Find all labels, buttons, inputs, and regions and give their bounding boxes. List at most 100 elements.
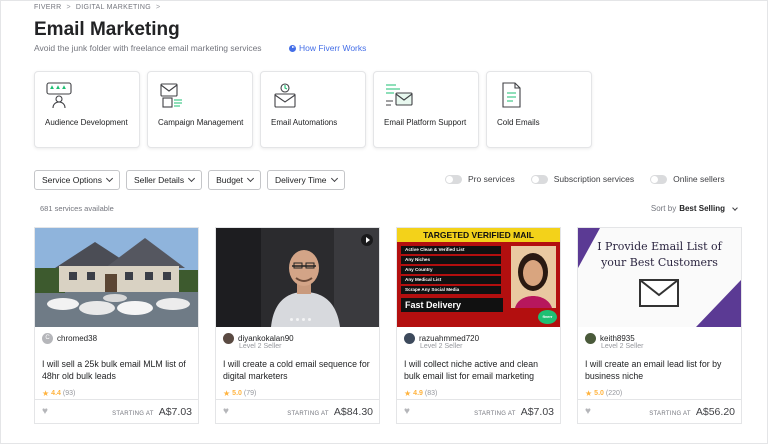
sort-dropdown[interactable]: Sort by Best Selling (650, 204, 738, 213)
seller-level: Level 2 Seller (601, 343, 644, 350)
gig-card[interactable]: I Provide Email List of your Best Custom… (577, 227, 742, 424)
toggle-switch[interactable] (530, 174, 548, 184)
starting-at-label: STARTING AT (287, 411, 329, 417)
star-icon: ★ (42, 389, 50, 398)
chevron-down-icon (330, 174, 338, 183)
star-icon: ★ (404, 389, 412, 398)
gig-thumbnail[interactable]: I Provide Email List of your Best Custom… (578, 228, 741, 327)
heart-icon[interactable]: ♥ (42, 406, 48, 417)
category-audience-development[interactable]: Audience Development (34, 71, 140, 148)
how-fiverr-works-link[interactable]: How Fiverr Works (289, 43, 366, 53)
seller-level: Level 2 Seller (239, 343, 282, 350)
category-campaign-management[interactable]: Campaign Management (147, 71, 253, 148)
seller-name[interactable]: razuahmmed720 (419, 334, 479, 343)
gig-title[interactable]: I will sell a 25k bulk email MLM list of… (42, 358, 194, 382)
cold-email-icon (502, 82, 521, 108)
breadcrumb-fiverr[interactable]: FIVERR (34, 4, 61, 11)
gig-thumbnail[interactable] (35, 228, 198, 327)
heart-icon[interactable]: ♥ (585, 406, 591, 417)
heart-icon[interactable]: ♥ (404, 406, 410, 417)
category-label: Audience Development (45, 118, 128, 127)
toggle-subscription-services[interactable]: Subscription services (530, 174, 635, 184)
play-video-icon[interactable] (361, 234, 373, 246)
toggle-label: Subscription services (553, 174, 635, 184)
rating-value: 4.9 (413, 390, 423, 397)
seller-name[interactable]: chromed38 (57, 334, 97, 343)
star-icon: ★ (223, 389, 231, 398)
filter-service-options[interactable]: Service Options (34, 170, 120, 190)
gig-card[interactable]: diyankokalan90 Level 2 Seller I will cre… (215, 227, 380, 424)
sort-label: Sort by (650, 204, 677, 213)
gig-thumbnail[interactable]: TARGETED VERIFIED MAIL Active Clean & Ve… (397, 228, 560, 327)
seller-info[interactable]: C chromed38 (42, 333, 97, 344)
gig-footer: ♥ STARTING AT A$7.03 (397, 399, 560, 423)
mansion-cars-image (35, 228, 198, 327)
star-icon: ★ (585, 389, 593, 398)
toggle-online-sellers[interactable]: Online sellers (650, 174, 725, 184)
price-amount: A$56.20 (695, 406, 735, 418)
category-label: Campaign Management (158, 118, 244, 127)
gig-price[interactable]: STARTING AT A$7.03 (112, 406, 192, 418)
review-count: (79) (243, 390, 257, 397)
page-subtitle: Avoid the junk folder with freelance ema… (34, 43, 262, 53)
breadcrumb-separator: > (66, 4, 71, 11)
avatar (404, 333, 415, 344)
gig-title[interactable]: I will create a cold email sequence for … (223, 358, 375, 382)
rating-value: 5.0 (594, 390, 604, 397)
banner-item: Scrape Any Social Media (401, 286, 501, 294)
breadcrumb-digital-marketing[interactable]: DIGITAL MARKETING (76, 4, 151, 11)
chevron-down-icon (732, 204, 738, 211)
toggle-label: Pro services (468, 174, 515, 184)
campaign-icon (160, 83, 182, 108)
rating-value: 4.4 (51, 390, 61, 397)
toggle-pro-services[interactable]: Pro services (445, 174, 515, 184)
filter-bar: Service Options Seller Details Budget De… (34, 170, 345, 190)
price-amount: A$7.03 (520, 406, 554, 418)
category-label: Cold Emails (497, 118, 540, 127)
banner-item: Any Country (401, 266, 501, 274)
seller-level: Level 2 Seller (420, 343, 463, 350)
heart-icon[interactable]: ♥ (223, 406, 229, 417)
presenter-video-image (216, 228, 379, 327)
chevron-down-icon (246, 174, 255, 183)
gig-price[interactable]: STARTING AT A$84.30 (287, 406, 373, 418)
filter-label: Service Options (42, 175, 102, 185)
audience-icon (46, 82, 72, 109)
seller-name[interactable]: keith8935 (600, 334, 635, 343)
starting-at-label: STARTING AT (649, 411, 691, 417)
review-count: (93) (62, 390, 76, 397)
gig-title[interactable]: I will create an email lead list for by … (585, 358, 737, 382)
toggle-switch[interactable] (445, 174, 462, 184)
gig-rating: ★ 5.0 (220) (585, 389, 622, 398)
avatar: C (42, 333, 53, 344)
category-email-automations[interactable]: Email Automations (260, 71, 366, 148)
category-tiles: Audience Development Campaign Management… (34, 71, 592, 148)
filter-delivery-time[interactable]: Delivery Time (267, 170, 345, 190)
gig-price[interactable]: STARTING AT A$56.20 (649, 406, 735, 418)
rating-value: 5.0 (232, 390, 242, 397)
toggle-switch[interactable] (650, 174, 668, 184)
gig-thumbnail[interactable] (216, 228, 379, 327)
seller-name[interactable]: diyankokalan90 (238, 334, 294, 343)
toggle-label: Online sellers (673, 174, 725, 184)
woman-photo-image (511, 246, 556, 308)
toggle-group: Pro services Subscription services Onlin… (445, 174, 725, 184)
results-count: 681 services available (40, 204, 114, 213)
avatar (585, 333, 596, 344)
filter-label: Seller Details (134, 175, 185, 185)
gig-price[interactable]: STARTING AT A$7.03 (474, 406, 554, 418)
gig-card[interactable]: TARGETED VERIFIED MAIL Active Clean & Ve… (396, 227, 561, 424)
starting-at-label: STARTING AT (474, 411, 516, 417)
sort-value: Best Selling (679, 204, 725, 213)
category-email-platform-support[interactable]: Email Platform Support (373, 71, 479, 148)
category-cold-emails[interactable]: Cold Emails (486, 71, 592, 148)
filter-budget[interactable]: Budget (208, 170, 262, 190)
banner-footer: Fast Delivery (401, 298, 503, 312)
gig-title[interactable]: I will collect niche active and clean bu… (404, 358, 556, 382)
gig-card[interactable]: C chromed38 I will sell a 25k bulk email… (34, 227, 199, 424)
banner-item: Any Niches (401, 256, 501, 264)
page-title: Email Marketing (34, 19, 180, 40)
banner-item: Active Clean & Verified List (401, 246, 501, 254)
filter-seller-details[interactable]: Seller Details (126, 170, 203, 190)
carousel-dots[interactable] (290, 318, 311, 321)
